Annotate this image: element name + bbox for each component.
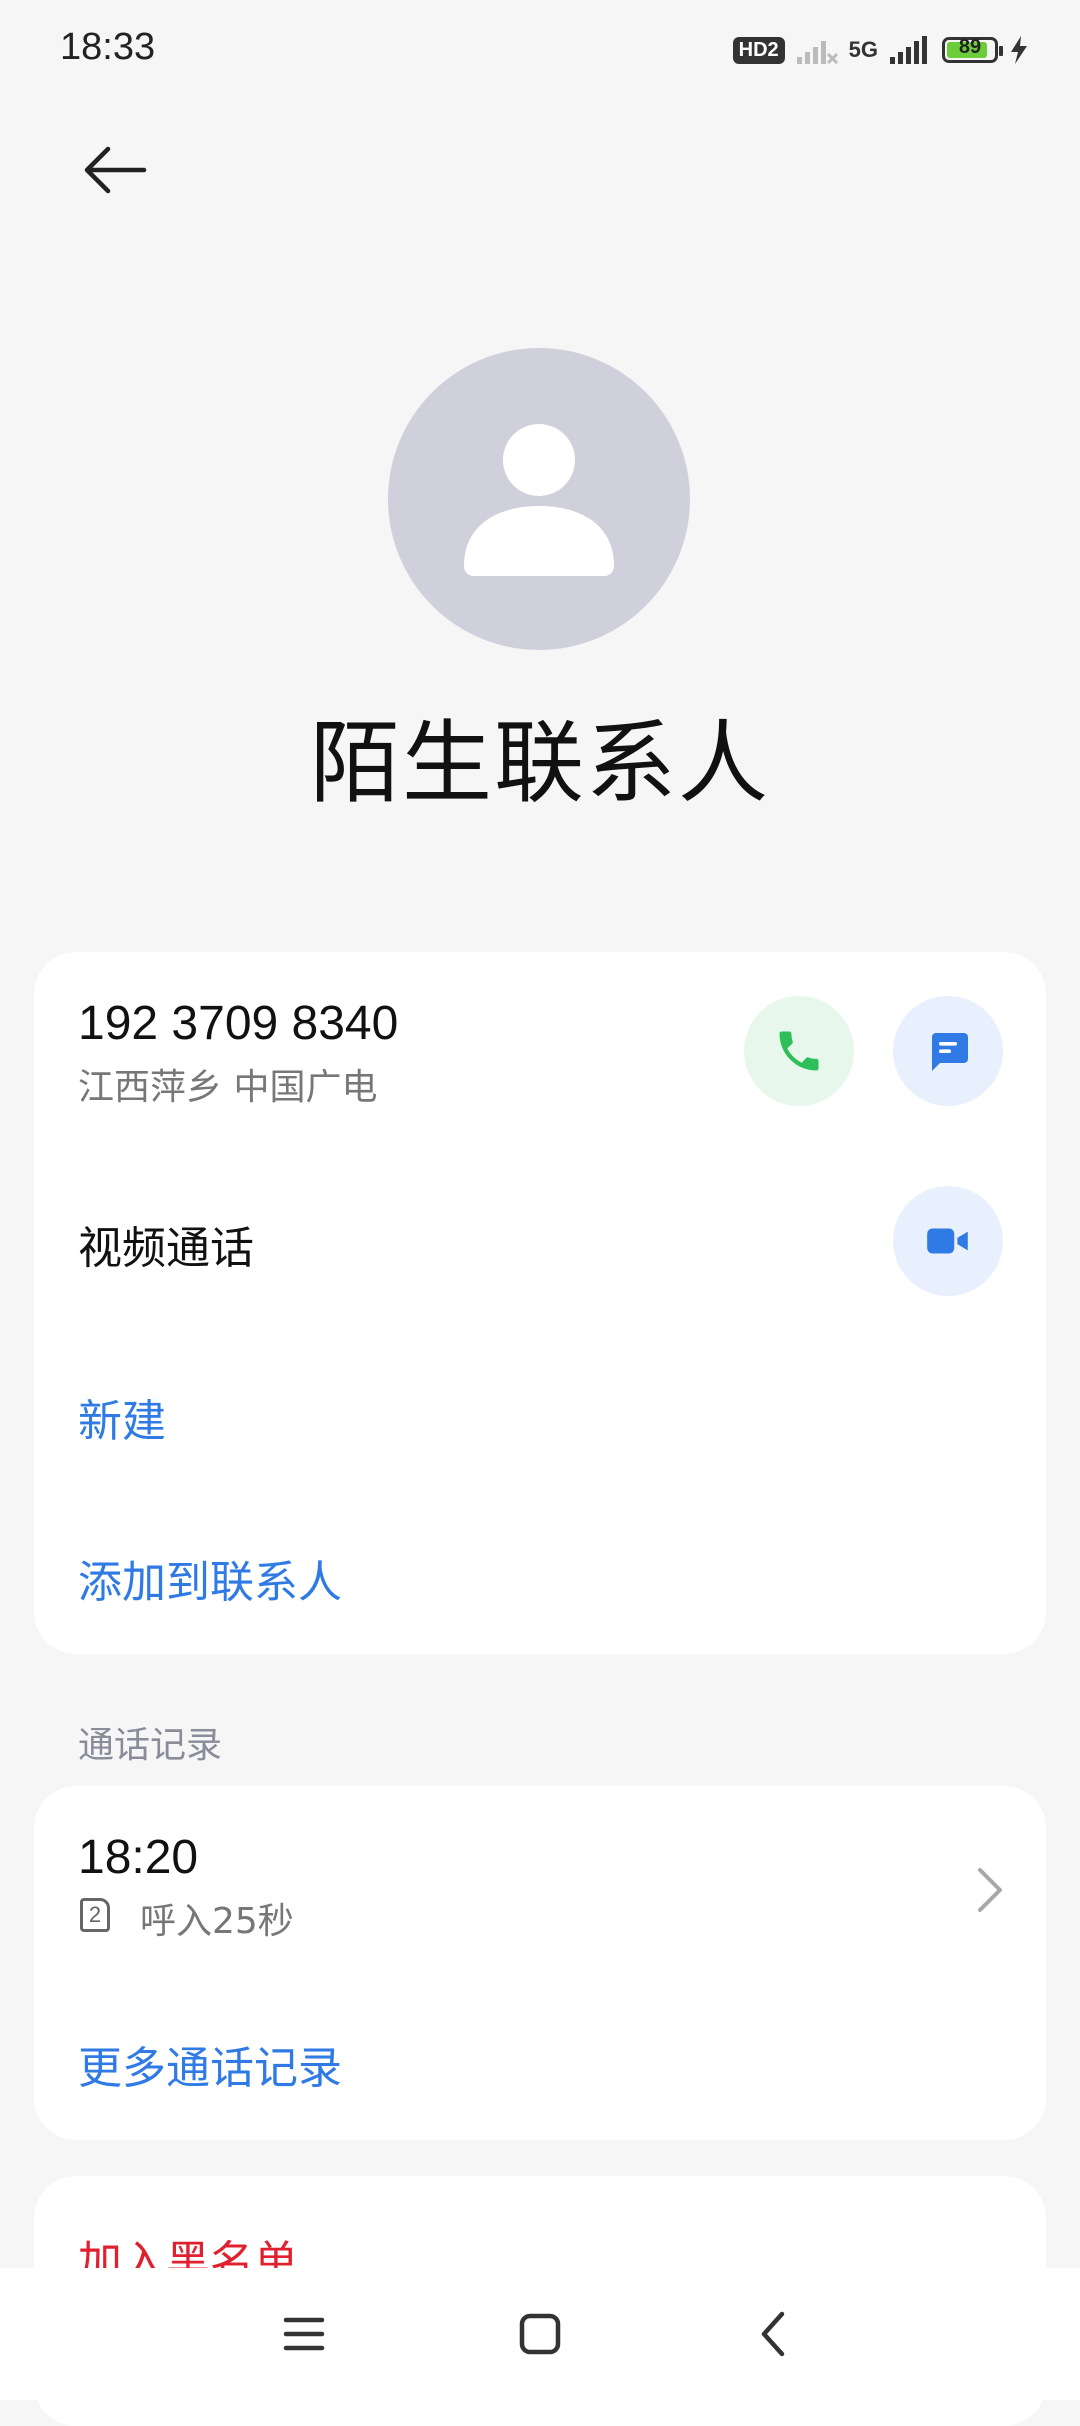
status-time: 18:33 <box>60 26 156 68</box>
phone-location: 江西萍乡 中国广电 <box>78 1067 378 1108</box>
call-button[interactable] <box>744 996 854 1106</box>
call-log-entry-button[interactable] <box>972 1862 1008 1918</box>
hd-badge: HD2 <box>732 36 785 64</box>
chevron-right-icon <box>978 1868 1002 1912</box>
call-log-title: 通话记录 <box>78 1725 223 1766</box>
contact-name: 陌生联系人 <box>310 711 770 816</box>
new-contact-link[interactable]: 新建 <box>78 1385 166 1449</box>
message-icon <box>932 1033 968 1071</box>
video-call-label[interactable]: 视频通话 <box>78 1212 254 1276</box>
battery-level: 89 <box>958 36 982 58</box>
battery-icon: 89 <box>942 36 1003 63</box>
back-button[interactable] <box>70 130 160 210</box>
nav-back-icon <box>761 2311 785 2357</box>
status-icons: HD2 5G 89 <box>732 30 1030 70</box>
network-type: 5G <box>848 37 878 62</box>
contact-avatar <box>388 348 690 650</box>
phone-number[interactable]: 192 3709 8340 <box>78 996 398 1051</box>
person-icon <box>464 424 614 576</box>
nav-home-button[interactable] <box>500 2300 580 2368</box>
add-to-contacts-link[interactable]: 添加到联系人 <box>78 1546 342 1610</box>
phone-icon <box>779 1031 819 1071</box>
home-square-icon <box>519 2313 561 2355</box>
charging-icon <box>1011 36 1027 64</box>
nav-menu-button[interactable] <box>264 2300 344 2368</box>
back-arrow-icon <box>84 146 147 194</box>
nav-back-button[interactable] <box>734 2300 814 2368</box>
call-log-detail: 呼入25秒 <box>140 1901 294 1942</box>
video-camera-icon <box>927 1228 968 1254</box>
video-call-button[interactable] <box>893 1186 1003 1296</box>
menu-icon <box>283 2317 325 2351</box>
sim-2-icon: 2 <box>80 1898 110 1932</box>
message-button[interactable] <box>893 996 1003 1106</box>
call-log-time[interactable]: 18:20 <box>78 1830 198 1885</box>
more-call-log-link[interactable]: 更多通话记录 <box>78 2032 342 2096</box>
signal-full-icon <box>890 36 927 64</box>
signal-icon <box>796 41 838 65</box>
